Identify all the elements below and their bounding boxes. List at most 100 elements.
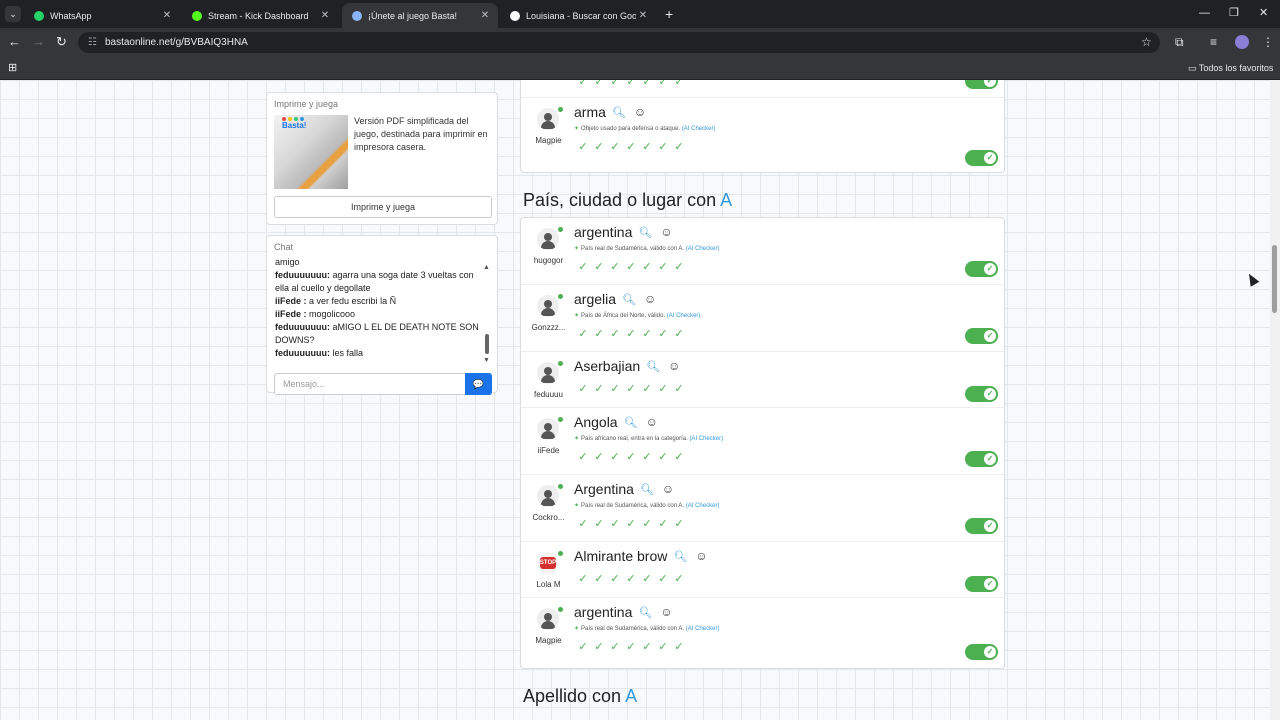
reaction-smiley-icon[interactable]: ☺: [660, 225, 672, 239]
ai-note-text: País de África del Norte, válido.: [581, 313, 666, 319]
valid-toggle-switch[interactable]: ✓: [965, 150, 998, 166]
reaction-smiley-icon[interactable]: ☺: [662, 482, 674, 496]
check-icon: ✓: [642, 383, 652, 395]
reaction-smiley-icon[interactable]: ☺: [644, 292, 656, 306]
tab-title: Louisiana - Buscar con Google: [526, 10, 636, 21]
valid-toggle-switch[interactable]: ✓: [965, 518, 998, 534]
browser-tab[interactable]: WhatsApp ✕: [24, 3, 180, 28]
tab-title: Stream - Kick Dashboard: [208, 10, 309, 21]
reload-icon[interactable]: ↻: [56, 34, 67, 50]
page-scrollbar[interactable]: [1270, 80, 1280, 720]
tab-search-button[interactable]: ⌄: [5, 6, 21, 22]
valid-toggle-switch[interactable]: ✓: [965, 386, 998, 402]
print-and-play-button[interactable]: Imprime y juega: [274, 196, 492, 218]
reaction-smiley-icon[interactable]: ☺: [634, 105, 646, 119]
browser-menu-icon[interactable]: ⋮: [1262, 34, 1274, 50]
check-icon: ✓: [578, 261, 588, 273]
site-info-icon[interactable]: ☷: [88, 37, 97, 48]
reaction-smiley-icon[interactable]: ☺: [660, 605, 672, 619]
new-tab-button[interactable]: +: [665, 7, 673, 21]
answer-text: argelia: [574, 291, 617, 307]
search-icon[interactable]: 🔍︎: [638, 606, 652, 619]
chat-message-user: iiFede :: [275, 296, 307, 306]
scroll-down-icon[interactable]: ▼: [483, 357, 490, 364]
chat-message-text: les falla: [332, 348, 364, 358]
check-icon: ✓: [578, 518, 588, 530]
check-icon: ✓: [626, 573, 636, 585]
check-icon: ✓: [658, 451, 668, 463]
user-avatar-icon: [537, 362, 559, 384]
minimize-icon[interactable]: —: [1199, 7, 1210, 19]
search-icon[interactable]: 🔍︎: [646, 360, 660, 373]
browser-tab[interactable]: Louisiana - Buscar con Google✕: [500, 3, 656, 28]
ai-checker-note: ✦ País real de Sudamérica, válido con A. …: [574, 502, 719, 509]
scroll-up-icon[interactable]: ▲: [483, 264, 490, 271]
extensions-icon[interactable]: ⧉: [1175, 34, 1184, 50]
print-thumbnail-image[interactable]: Basta!: [274, 115, 348, 189]
section-title-apellido: Apellido con A: [523, 686, 637, 707]
apps-grid-icon[interactable]: ⊞: [8, 61, 17, 74]
reaction-smiley-icon[interactable]: ☺: [695, 549, 707, 563]
valid-toggle-switch[interactable]: ✓: [965, 576, 998, 592]
user-avatar-icon: [537, 295, 559, 317]
search-icon[interactable]: 🔍︎: [624, 416, 638, 429]
chat-message-user: feduuuuuuu:: [275, 348, 330, 358]
browser-tab[interactable]: Stream - Kick Dashboard ✕: [182, 3, 338, 28]
search-icon[interactable]: 🔍︎: [612, 106, 626, 119]
reaction-smiley-icon[interactable]: ☺: [646, 415, 658, 429]
valid-toggle-switch[interactable]: ✓: [965, 451, 998, 467]
back-icon[interactable]: ←: [8, 34, 21, 50]
browser-tab[interactable]: ¡Únete al juego Basta! ✕: [342, 3, 498, 28]
check-icon: ✓: [642, 261, 652, 273]
tab-close-icon[interactable]: ✕: [478, 10, 492, 21]
chat-message-input[interactable]: Mensajo...: [274, 373, 466, 395]
section-pais-letter: A: [720, 190, 733, 210]
check-icon: ✓: [674, 328, 684, 340]
toggle-check-icon: ✓: [984, 152, 996, 164]
user-avatar-icon: [537, 228, 559, 250]
restore-icon[interactable]: ❐: [1229, 7, 1239, 19]
tab-close-icon[interactable]: ✕: [160, 10, 174, 21]
chat-send-button[interactable]: 💬: [465, 373, 492, 395]
page-scroll-thumb[interactable]: [1272, 245, 1277, 313]
player-name: feduuuu: [534, 390, 563, 399]
tab-close-icon[interactable]: ✕: [636, 10, 650, 21]
answer-text: Argentina: [574, 481, 634, 497]
answer-text: argentina: [574, 604, 633, 620]
check-icon: ✓: [626, 261, 636, 273]
chat-scrollbar[interactable]: ▲ ▼: [483, 260, 491, 370]
check-icon: ✓: [578, 383, 588, 395]
toggle-check-icon: ✓: [984, 330, 996, 342]
close-window-icon[interactable]: ✕: [1259, 7, 1268, 19]
check-icon: ✓: [642, 141, 652, 153]
valid-toggle-switch[interactable]: ✓: [965, 80, 998, 89]
search-icon[interactable]: 🔍︎: [622, 293, 636, 306]
profile-avatar[interactable]: [1235, 35, 1249, 49]
search-icon[interactable]: 🔍︎: [673, 550, 687, 563]
valid-toggle-switch[interactable]: ✓: [965, 261, 998, 277]
search-icon[interactable]: 🔍︎: [640, 483, 654, 496]
bookmark-star-icon[interactable]: ☆: [1141, 34, 1152, 50]
media-controls-icon[interactable]: ≡: [1210, 34, 1217, 50]
tab-favicon-icon: [34, 10, 44, 21]
all-bookmarks-folder[interactable]: ▭ Todos los favoritos: [1188, 63, 1273, 74]
tab-close-icon[interactable]: ✕: [318, 10, 332, 21]
valid-toggle-switch[interactable]: ✓: [965, 328, 998, 344]
answer-word: arma 🔍︎ ☺: [574, 104, 646, 120]
chat-log[interactable]: amigo feduuuuuuu: agarra una soga date 3 …: [275, 256, 485, 364]
check-icon: ✓: [610, 141, 620, 153]
online-status-dot: [558, 227, 563, 232]
sparkle-icon: ✦: [574, 626, 580, 632]
answer-row: hugogor argentina 🔍︎ ☺ ✦ País real de Sudamér…: [521, 218, 1004, 285]
online-status-dot: [558, 607, 563, 612]
reaction-smiley-icon[interactable]: ☺: [668, 359, 680, 373]
address-bar[interactable]: ☷ bastaonline.net/g/BVBAIQ3HNA: [78, 32, 1160, 53]
folder-icon: ▭: [1188, 63, 1197, 73]
check-icon: ✓: [674, 641, 684, 653]
forward-icon[interactable]: →: [32, 34, 45, 50]
answer-word: Argentina 🔍︎ ☺: [574, 481, 674, 497]
sparkle-icon: ✦: [574, 126, 580, 132]
chat-scroll-thumb[interactable]: [485, 334, 489, 354]
valid-toggle-switch[interactable]: ✓: [965, 644, 998, 660]
search-icon[interactable]: 🔍︎: [638, 226, 652, 239]
